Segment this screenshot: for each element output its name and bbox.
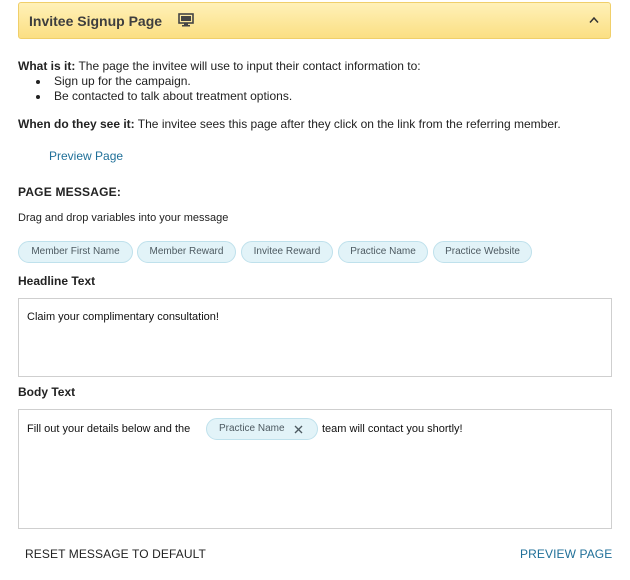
page-message-title: PAGE MESSAGE:	[18, 185, 122, 199]
headline-label: Headline Text	[18, 274, 96, 288]
when-label: When do they see it:	[18, 117, 135, 131]
inline-variable-chip[interactable]: Practice Name	[206, 418, 318, 440]
body-label: Body Text	[18, 385, 76, 399]
headline-text: Claim your complimentary consultation!	[27, 311, 219, 323]
drag-drop-helper: Drag and drop variables into your messag…	[18, 212, 229, 224]
bullet-text: Be contacted to talk about treatment opt…	[54, 89, 293, 103]
body-text-before: Fill out your details below and the	[27, 423, 191, 435]
bullet-dot	[36, 80, 40, 84]
reset-message-button[interactable]: RESET MESSAGE TO DEFAULT	[25, 547, 206, 561]
inline-variable-label: Practice Name	[219, 423, 285, 434]
when-text: The invitee sees this page after they cl…	[134, 117, 561, 131]
bullet-dot	[36, 95, 40, 99]
variable-chip-practice-website[interactable]: Practice Website	[433, 241, 532, 263]
what-is-it: What is it: The page the invitee will us…	[18, 59, 421, 73]
preview-page-link[interactable]: Preview Page	[49, 149, 123, 163]
what-label: What is it:	[18, 59, 76, 73]
headline-textbox[interactable]: Claim your complimentary consultation!	[18, 298, 612, 377]
close-icon[interactable]	[294, 425, 303, 434]
preview-page-button[interactable]: PREVIEW PAGE	[520, 547, 612, 561]
monitor-icon	[178, 13, 194, 27]
what-text: The page the invitee will use to input t…	[75, 59, 421, 73]
variable-chip-member-first-name[interactable]: Member First Name	[18, 241, 133, 263]
body-textbox[interactable]: Fill out your details below and the Prac…	[18, 409, 612, 529]
bullet-text: Sign up for the campaign.	[54, 74, 191, 88]
variable-chip-practice-name[interactable]: Practice Name	[338, 241, 428, 263]
body-text-after: team will contact you shortly!	[322, 423, 463, 435]
variable-chip-member-reward[interactable]: Member Reward	[137, 241, 236, 263]
when-do-they-see-it: When do they see it: The invitee sees th…	[18, 117, 561, 131]
chevron-up-icon[interactable]	[589, 16, 599, 24]
section-header[interactable]: Invitee Signup Page	[18, 2, 611, 39]
variable-chip-invitee-reward[interactable]: Invitee Reward	[241, 241, 333, 263]
section-title: Invitee Signup Page	[29, 13, 163, 29]
